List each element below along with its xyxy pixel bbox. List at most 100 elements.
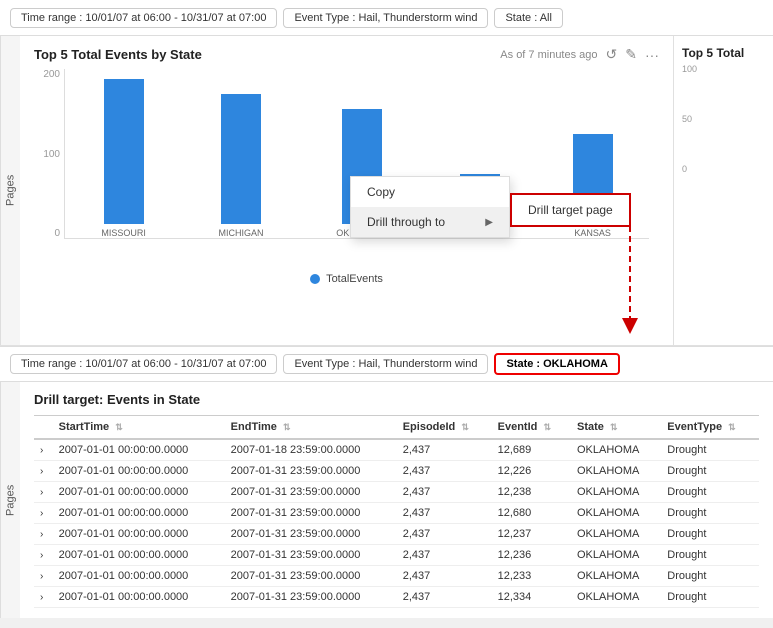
cell-starttime: 2007-01-01 00:00:00.0000 — [53, 566, 225, 587]
cell-starttime: 2007-01-01 00:00:00.0000 — [53, 482, 225, 503]
col-starttime[interactable]: StartTime ⇅ — [53, 416, 225, 440]
cell-starttime: 2007-01-01 00:00:00.0000 — [53, 503, 225, 524]
cell-eventtype: Drought — [661, 503, 759, 524]
y-axis: 200 100 0 — [34, 69, 64, 239]
row-expand: › — [34, 439, 53, 461]
table-row[interactable]: ›2007-01-01 00:00:00.00002007-01-31 23:5… — [34, 566, 759, 587]
more-icon[interactable]: ··· — [645, 47, 659, 63]
chart-meta: As of 7 minutes ago ↺ ✎ ··· — [500, 46, 659, 63]
drill-arrow — [610, 226, 670, 345]
cell-episodeid: 2,437 — [397, 545, 492, 566]
right-y-labels: 100 50 0 — [682, 64, 765, 174]
cell-endtime: 2007-01-31 23:59:00.0000 — [225, 461, 397, 482]
y-label-100: 100 — [43, 149, 60, 160]
filter2-pill-time-range[interactable]: Time range : 10/01/07 at 06:00 - 10/31/0… — [10, 354, 277, 374]
filter-pill-event-type[interactable]: Event Type : Hail, Thunderstorm wind — [283, 8, 488, 28]
cell-state: OKLAHOMA — [571, 566, 661, 587]
legend-label: TotalEvents — [326, 273, 383, 285]
chart-legend: TotalEvents — [34, 273, 659, 285]
cell-starttime: 2007-01-01 00:00:00.0000 — [53, 439, 225, 461]
cell-eventid: 12,237 — [492, 524, 571, 545]
filter-pill-state[interactable]: State : All — [494, 8, 562, 28]
bar-chart: 200 100 0 MISSOURIMICHIGANOKLAHOMAILLINO… — [34, 69, 659, 269]
cell-endtime: 2007-01-31 23:59:00.0000 — [225, 545, 397, 566]
cell-endtime: 2007-01-18 23:59:00.0000 — [225, 439, 397, 461]
drill-target-box[interactable]: Drill target page — [510, 193, 631, 227]
cell-state: OKLAHOMA — [571, 587, 661, 608]
col-episodeid[interactable]: EpisodeId ⇅ — [397, 416, 492, 440]
pages-tab-bottom[interactable]: Pages — [0, 382, 20, 618]
cell-episodeid: 2,437 — [397, 587, 492, 608]
cell-endtime: 2007-01-31 23:59:00.0000 — [225, 566, 397, 587]
table-row[interactable]: ›2007-01-01 00:00:00.00002007-01-31 23:5… — [34, 545, 759, 566]
cell-episodeid: 2,437 — [397, 524, 492, 545]
chart-title: Top 5 Total Events by State — [34, 47, 202, 62]
filter2-pill-state[interactable]: State : OKLAHOMA — [494, 353, 619, 375]
cell-endtime: 2007-01-31 23:59:00.0000 — [225, 482, 397, 503]
filter2-pill-event-type[interactable]: Event Type : Hail, Thunderstorm wind — [283, 354, 488, 374]
bar-label-michigan: MICHIGAN — [219, 228, 264, 238]
cell-eventid: 12,233 — [492, 566, 571, 587]
bar-label-missouri: MISSOURI — [101, 228, 146, 238]
bar-label-kansas: KANSAS — [574, 228, 611, 238]
bar-missouri[interactable] — [104, 79, 144, 224]
cell-eventtype: Drought — [661, 482, 759, 503]
table-row[interactable]: ›2007-01-01 00:00:00.00002007-01-18 23:5… — [34, 439, 759, 461]
top-filter-bar: Time range : 10/01/07 at 06:00 - 10/31/0… — [0, 0, 773, 36]
context-menu-drill[interactable]: Drill through to ▶ — [351, 207, 509, 237]
context-menu-copy[interactable]: Copy — [351, 177, 509, 207]
right-panel-title: Top 5 Total — [682, 46, 765, 60]
bottom-section: Pages Drill target: Events in State Star… — [0, 382, 773, 618]
table-row[interactable]: ›2007-01-01 00:00:00.00002007-01-31 23:5… — [34, 461, 759, 482]
table-panel: Drill target: Events in State StartTime … — [20, 382, 773, 618]
refresh-icon[interactable]: ↺ — [606, 46, 618, 63]
cell-endtime: 2007-01-31 23:59:00.0000 — [225, 503, 397, 524]
bar-group-missouri[interactable]: MISSOURI — [101, 79, 146, 238]
data-table: StartTime ⇅ EndTime ⇅ EpisodeId ⇅ EventI… — [34, 415, 759, 608]
bar-michigan[interactable] — [221, 94, 261, 224]
cell-state: OKLAHOMA — [571, 524, 661, 545]
col-eventtype[interactable]: EventType ⇅ — [661, 416, 759, 440]
pages-tab-top[interactable]: Pages — [0, 36, 20, 345]
edit-icon[interactable]: ✎ — [625, 46, 637, 63]
cell-state: OKLAHOMA — [571, 503, 661, 524]
col-expand — [34, 416, 53, 440]
cell-eventid: 12,226 — [492, 461, 571, 482]
cell-eventtype: Drought — [661, 587, 759, 608]
cell-eventtype: Drought — [661, 566, 759, 587]
col-state[interactable]: State ⇅ — [571, 416, 661, 440]
legend-dot — [310, 274, 320, 284]
cell-starttime: 2007-01-01 00:00:00.0000 — [53, 587, 225, 608]
submenu-arrow: ▶ — [485, 217, 493, 228]
cell-eventid: 12,236 — [492, 545, 571, 566]
table-row[interactable]: ›2007-01-01 00:00:00.00002007-01-31 23:5… — [34, 482, 759, 503]
row-expand: › — [34, 566, 53, 587]
cell-starttime: 2007-01-01 00:00:00.0000 — [53, 461, 225, 482]
filter-pill-time-range[interactable]: Time range : 10/01/07 at 06:00 - 10/31/0… — [10, 8, 277, 28]
y-label-200: 200 — [43, 69, 60, 80]
cell-starttime: 2007-01-01 00:00:00.0000 — [53, 545, 225, 566]
table-row[interactable]: ›2007-01-01 00:00:00.00002007-01-31 23:5… — [34, 587, 759, 608]
cell-eventid: 12,334 — [492, 587, 571, 608]
cell-eventid: 12,689 — [492, 439, 571, 461]
cell-state: OKLAHOMA — [571, 545, 661, 566]
col-endtime[interactable]: EndTime ⇅ — [225, 416, 397, 440]
table-row[interactable]: ›2007-01-01 00:00:00.00002007-01-31 23:5… — [34, 524, 759, 545]
cell-eventid: 12,238 — [492, 482, 571, 503]
cell-state: OKLAHOMA — [571, 482, 661, 503]
chart-panel: Top 5 Total Events by State As of 7 minu… — [20, 36, 673, 345]
cell-eventtype: Drought — [661, 439, 759, 461]
cell-episodeid: 2,437 — [397, 503, 492, 524]
context-menu: Copy Drill through to ▶ — [350, 176, 510, 238]
table-row[interactable]: ›2007-01-01 00:00:00.00002007-01-31 23:5… — [34, 503, 759, 524]
cell-starttime: 2007-01-01 00:00:00.0000 — [53, 524, 225, 545]
row-expand: › — [34, 587, 53, 608]
row-expand: › — [34, 482, 53, 503]
bar-group-michigan[interactable]: MICHIGAN — [219, 94, 264, 238]
cell-endtime: 2007-01-31 23:59:00.0000 — [225, 587, 397, 608]
table-section-title: Drill target: Events in State — [34, 392, 759, 407]
cell-eventtype: Drought — [661, 524, 759, 545]
cell-episodeid: 2,437 — [397, 482, 492, 503]
cell-state: OKLAHOMA — [571, 461, 661, 482]
col-eventid[interactable]: EventId ⇅ — [492, 416, 571, 440]
